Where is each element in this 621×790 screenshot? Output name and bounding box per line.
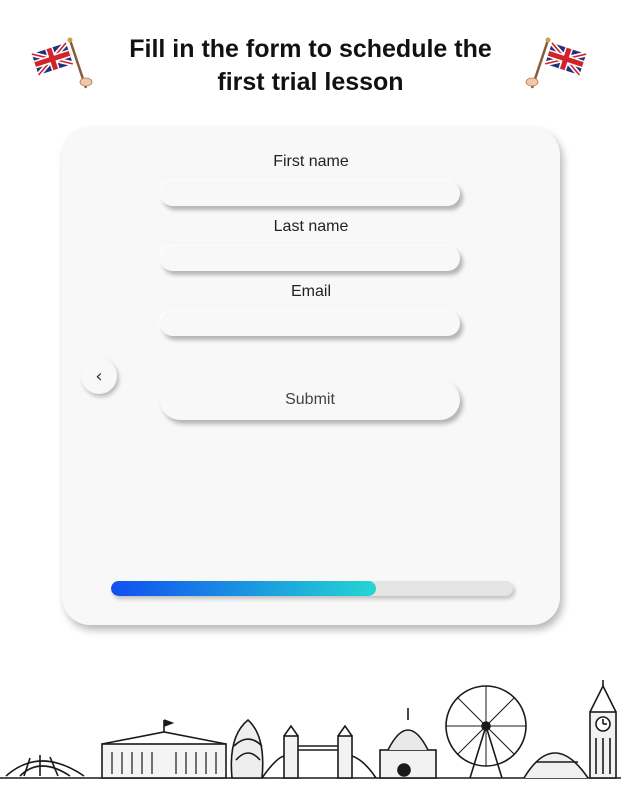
- email-label: Email: [290, 283, 331, 300]
- uk-flag-icon: [30, 36, 94, 92]
- progress-bar-fill: [111, 581, 377, 596]
- back-button[interactable]: ‹: [81, 358, 117, 394]
- uk-flag-icon: [524, 36, 588, 92]
- submit-button[interactable]: Submit: [160, 380, 460, 420]
- page-title: Fill in the form to schedule the first t…: [129, 35, 492, 96]
- london-skyline-illustration: [0, 680, 621, 790]
- trial-lesson-form-card: First name Last name Email ‹ Submit: [62, 127, 560, 625]
- chevron-left-icon: ‹: [95, 365, 103, 387]
- page-header: Fill in the form to schedule the first t…: [0, 30, 621, 100]
- last-name-input[interactable]: [160, 246, 460, 271]
- first-name-label: First name: [273, 153, 349, 170]
- email-input[interactable]: [160, 311, 460, 336]
- last-name-label: Last name: [273, 218, 349, 235]
- progress-bar: [111, 581, 513, 596]
- first-name-input[interactable]: [160, 181, 460, 206]
